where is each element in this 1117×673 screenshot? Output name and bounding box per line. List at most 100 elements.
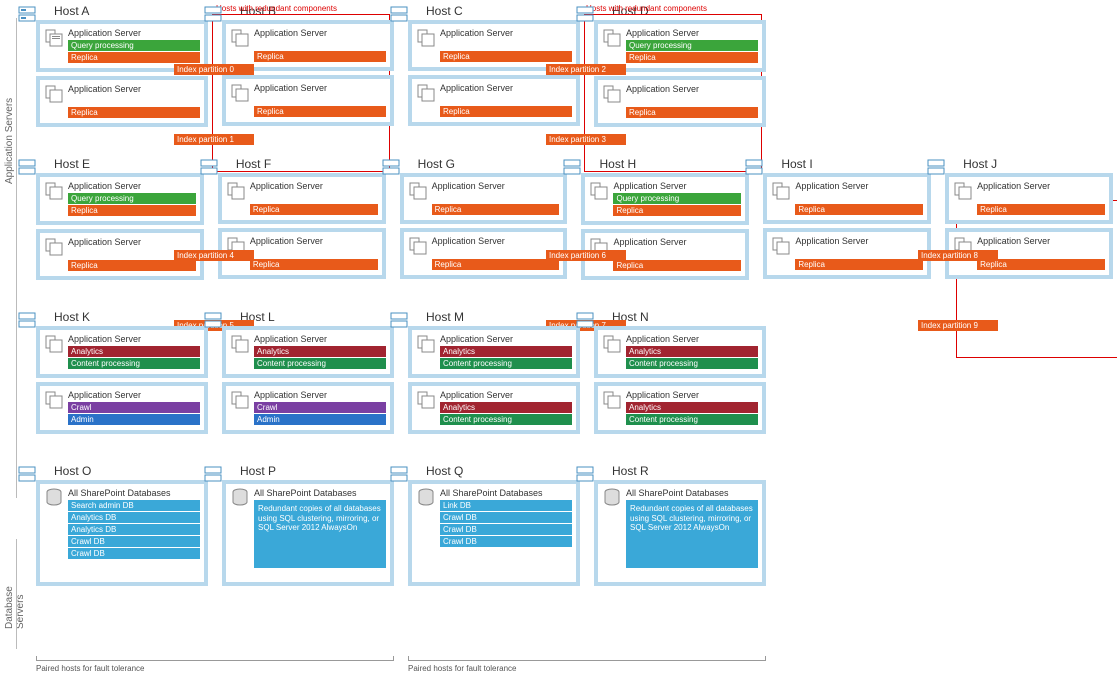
db-item: Crawl DB: [68, 548, 200, 559]
bar-replica: Replica: [68, 107, 200, 118]
host-title: Host L: [240, 310, 394, 324]
server-icon: [44, 28, 64, 48]
app-server-label: Application Server: [432, 236, 560, 246]
host-e: Host E Application Server Query processin…: [36, 157, 204, 280]
db-item: Link DB: [440, 500, 572, 511]
db-item: Crawl DB: [440, 512, 572, 523]
host-g: Host G Application Server Replica Applica…: [400, 157, 568, 280]
app-server-label: Application Server: [68, 237, 196, 247]
host-k: Host K Application ServerAnalyticsConten…: [36, 310, 208, 434]
side-line: [16, 539, 17, 649]
db-item: Analytics DB: [68, 524, 200, 535]
bar-replica: Replica: [68, 205, 196, 216]
idx-partition-3: Index partition 3: [546, 134, 626, 145]
bar-content: Content processing: [626, 358, 758, 369]
database-icon: [230, 488, 250, 508]
row-4: Host O All SharePoint Databases Search a…: [36, 464, 1113, 586]
bar-query: Query processing: [613, 193, 741, 204]
app-server-label: Application Server: [613, 237, 741, 247]
bar-analytics: Analytics: [626, 346, 758, 357]
bar-analytics: Analytics: [626, 402, 758, 413]
all-db-label: All SharePoint Databases: [440, 488, 572, 498]
diagram-canvas: Application Servers Database Servers Hos…: [4, 4, 1113, 586]
host-title: Host H: [599, 157, 749, 171]
host-i: Host I Application ServerReplica Applica…: [763, 157, 931, 280]
host-title: Host E: [54, 157, 204, 171]
bar-replica: Replica: [68, 260, 196, 271]
app-server-label: Application Server: [626, 334, 758, 344]
app-server-label: Application Server: [254, 334, 386, 344]
host-title: Host N: [612, 310, 766, 324]
bar-content: Content processing: [68, 358, 200, 369]
idx-partition-1: Index partition 1: [174, 134, 254, 145]
bar-query: Query processing: [68, 193, 196, 204]
db-item: Crawl DB: [68, 536, 200, 547]
app-server-label: Application Server: [795, 181, 923, 191]
app-server-label: Application Server: [68, 28, 200, 38]
app-server-label: Application Server: [254, 28, 386, 38]
bar-analytics: Analytics: [440, 346, 572, 357]
bar-content: Content processing: [440, 358, 572, 369]
db-item: Crawl DB: [440, 536, 572, 547]
redundant-db-text: Redundant copies of all databases using …: [254, 500, 386, 568]
database-icon: [416, 488, 436, 508]
app-server-label: Application Server: [68, 334, 200, 344]
app-server-label: Application Server: [250, 181, 378, 191]
server-icon: [44, 84, 64, 104]
app-server-label: Application Server: [626, 390, 758, 400]
all-db-label: All SharePoint Databases: [626, 488, 758, 498]
bar-query: Query processing: [626, 40, 758, 51]
host-title: Host G: [418, 157, 568, 171]
host-box: Application Server Replica: [36, 76, 208, 127]
side-line: [16, 18, 17, 498]
host-title: Host P: [240, 464, 394, 478]
app-server-label: Application Server: [432, 181, 560, 191]
app-server-label: Application Server: [977, 236, 1105, 246]
bar-replica: Replica: [432, 204, 560, 215]
app-server-label: Application Server: [626, 28, 758, 38]
host-p: Host P All SharePoint Databases Redundan…: [222, 464, 394, 586]
db-item: Search admin DB: [68, 500, 200, 511]
note-redundant-2: Hosts with redundant components: [586, 4, 707, 13]
database-icon: [602, 488, 622, 508]
all-db-label: All SharePoint Databases: [68, 488, 200, 498]
host-o: Host O All SharePoint Databases Search a…: [36, 464, 208, 586]
host-title: Host J: [963, 157, 1113, 171]
db-item: Analytics DB: [68, 512, 200, 523]
host-l: Host L Application Server AnalyticsConten…: [222, 310, 394, 434]
db-item: Crawl DB: [440, 524, 572, 535]
bar-admin: Admin: [254, 414, 386, 425]
bar-analytics: Analytics: [254, 346, 386, 357]
app-server-label: Application Server: [440, 390, 572, 400]
idx-partition-0: Index partition 0: [174, 64, 254, 75]
app-server-label: Application Server: [68, 84, 200, 94]
host-title: Host A: [54, 4, 208, 18]
bar-replica: Replica: [626, 52, 758, 63]
app-server-label: Application Server: [795, 236, 923, 246]
bar-replica: Replica: [250, 204, 378, 215]
side-label-db-servers: Database Servers: [4, 549, 26, 629]
host-q: Host Q All SharePoint Databases Link DB …: [408, 464, 580, 586]
note-redundant-1: Hosts with redundant components: [216, 4, 337, 13]
redundant-db-text: Redundant copies of all databases using …: [626, 500, 758, 568]
pair-bracket: [36, 656, 394, 661]
idx-partition-2: Index partition 2: [546, 64, 626, 75]
host-title: Host F: [236, 157, 386, 171]
host-title: Host Q: [426, 464, 580, 478]
bar-content: Content processing: [254, 358, 386, 369]
host-h: Host H Application Server Query processin…: [581, 157, 749, 280]
bar-replica: Replica: [440, 51, 572, 62]
host-title: Host I: [781, 157, 931, 171]
paired-label-1: Paired hosts for fault tolerance: [36, 664, 145, 673]
host-title: Host C: [426, 4, 580, 18]
host-title: Host O: [54, 464, 208, 478]
bar-replica: Replica: [254, 106, 386, 117]
bar-crawl: Crawl: [254, 402, 386, 413]
app-server-label: Application Server: [68, 390, 200, 400]
host-f: Host F Application ServerReplica Applica…: [218, 157, 386, 280]
bar-crawl: Crawl: [68, 402, 200, 413]
bar-replica: Replica: [977, 204, 1105, 215]
host-r: Host R All SharePoint Databases Redundan…: [594, 464, 766, 586]
bar-query: Query processing: [68, 40, 200, 51]
all-db-label: All SharePoint Databases: [254, 488, 386, 498]
